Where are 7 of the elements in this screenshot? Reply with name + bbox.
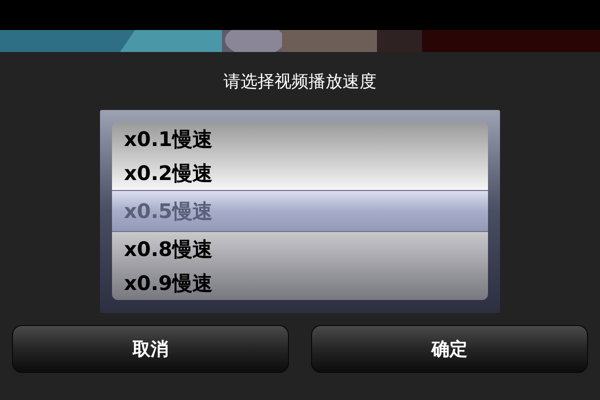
dialog-title: 请选择视频播放速度: [224, 71, 376, 93]
picker-option[interactable]: x0.2慢速: [112, 156, 488, 190]
picker-option[interactable]: x0.1慢速: [112, 122, 488, 156]
dialog-button[interactable]: 确定: [311, 325, 588, 373]
picker-option[interactable]: x0.9慢速: [112, 266, 488, 300]
dialog-button[interactable]: 取消: [12, 325, 289, 373]
picker-option[interactable]: x0.8慢速: [112, 232, 488, 266]
